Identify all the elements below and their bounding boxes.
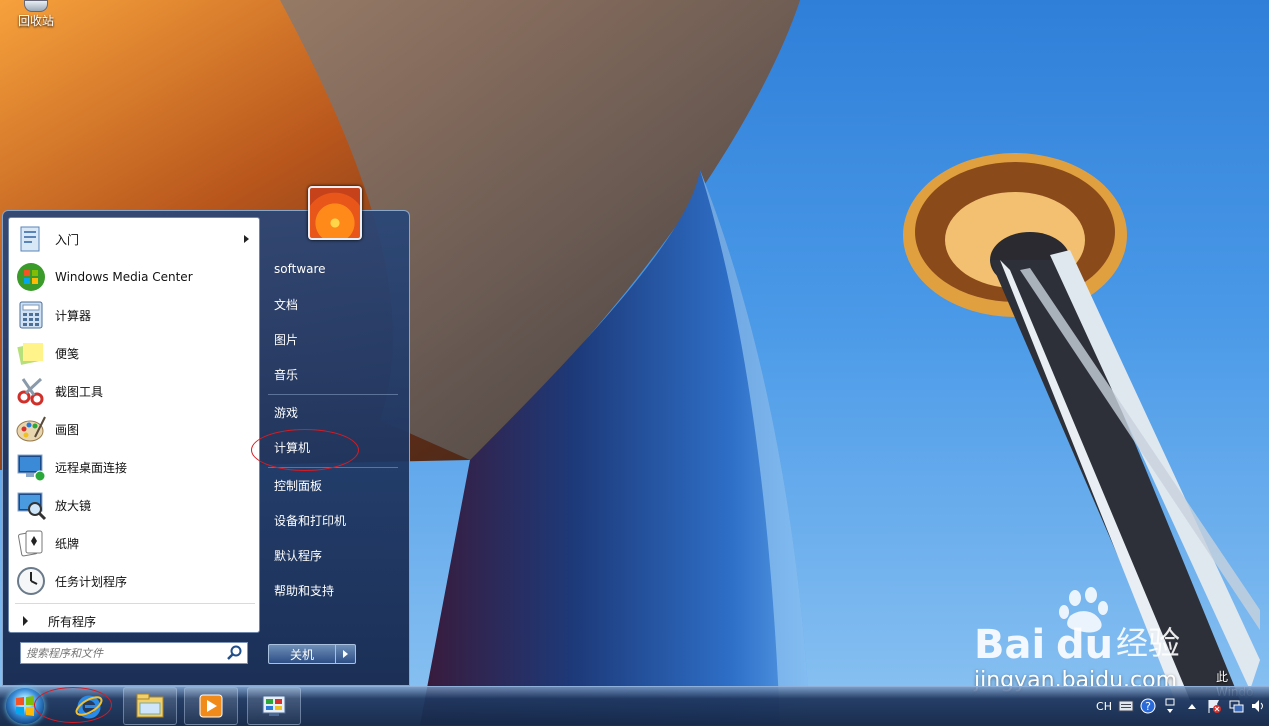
magnifier-icon bbox=[17, 492, 47, 521]
program-label: 远程桌面连接 bbox=[55, 460, 128, 475]
program-item-solitaire[interactable]: 纸牌 bbox=[13, 525, 257, 561]
shutdown-options-button[interactable] bbox=[336, 644, 356, 664]
program-label: 任务计划程序 bbox=[55, 574, 128, 589]
program-label: 放大镜 bbox=[55, 498, 92, 513]
calculator-icon bbox=[19, 301, 43, 329]
user-account-picture[interactable] bbox=[308, 186, 362, 240]
language-indicator[interactable]: CH bbox=[1095, 697, 1113, 715]
right-item-label: software bbox=[274, 262, 326, 276]
program-item-magnifier[interactable]: 放大镜 bbox=[13, 487, 257, 523]
watermark-brand: Bai bbox=[974, 622, 1045, 666]
recycle-bin-icon bbox=[24, 0, 48, 12]
getting-started-icon bbox=[20, 226, 40, 252]
right-item-devices-printers[interactable]: 设备和打印机 bbox=[268, 505, 398, 535]
right-item-software[interactable]: software bbox=[268, 254, 398, 284]
right-item-help-support[interactable]: 帮助和支持 bbox=[268, 575, 398, 605]
program-item-calculator[interactable]: 计算器 bbox=[13, 297, 257, 333]
expand-triangle-icon bbox=[23, 616, 28, 626]
right-item-label: 图片 bbox=[274, 332, 299, 347]
right-item-label: 默认程序 bbox=[274, 548, 323, 563]
volume-icon[interactable] bbox=[1249, 697, 1267, 715]
start-menu: 入门 Windows Media Center 计算器 便笺 截图工具 画图 远… bbox=[2, 186, 410, 686]
start-menu-programs-pane: 入门 Windows Media Center 计算器 便笺 截图工具 画图 远… bbox=[8, 217, 260, 633]
chevron-right-icon bbox=[343, 650, 348, 658]
solitaire-icon bbox=[18, 530, 43, 557]
search-icon[interactable] bbox=[226, 644, 244, 662]
right-separator bbox=[268, 394, 398, 395]
right-item-label: 控制面板 bbox=[274, 478, 323, 493]
remote-desktop-icon bbox=[17, 454, 46, 482]
watermark-jingyan: 经验 bbox=[1116, 624, 1180, 662]
program-label: 计算器 bbox=[55, 308, 92, 323]
submenu-arrow-icon bbox=[244, 235, 249, 243]
action-center-flag-icon[interactable] bbox=[1205, 697, 1223, 715]
program-label: 画图 bbox=[55, 422, 80, 437]
right-item-pictures[interactable]: 图片 bbox=[268, 324, 398, 354]
right-item-documents[interactable]: 文档 bbox=[268, 289, 398, 319]
all-programs-item[interactable]: 所有程序 bbox=[15, 611, 255, 631]
program-item-snipping-tool[interactable]: 截图工具 bbox=[13, 373, 257, 409]
help-icon[interactable]: ? bbox=[1139, 697, 1157, 715]
taskbar-windows-explorer[interactable] bbox=[123, 687, 177, 725]
control-panel-icon bbox=[262, 695, 286, 716]
start-search-box bbox=[20, 642, 248, 664]
program-label: 便笺 bbox=[55, 346, 80, 361]
right-item-label: 帮助和支持 bbox=[274, 583, 335, 598]
right-item-label: 文档 bbox=[274, 297, 299, 312]
right-item-label: 设备和打印机 bbox=[274, 513, 347, 528]
program-label: 纸牌 bbox=[55, 536, 80, 551]
snipping-tool-icon bbox=[17, 377, 44, 406]
right-item-games[interactable]: 游戏 bbox=[268, 397, 398, 427]
program-label: 入门 bbox=[55, 232, 80, 247]
sticky-notes-icon bbox=[17, 343, 43, 365]
task-scheduler-icon bbox=[17, 567, 45, 595]
internet-explorer-icon bbox=[75, 695, 103, 719]
windows-logo-icon bbox=[16, 696, 34, 716]
program-item-task-scheduler[interactable]: 任务计划程序 bbox=[13, 563, 257, 599]
program-item-remote-desktop[interactable]: 远程桌面连接 bbox=[13, 449, 257, 485]
media-player-icon bbox=[199, 694, 223, 718]
show-hidden-icons-icon[interactable] bbox=[1183, 697, 1201, 715]
network-icon[interactable] bbox=[1227, 697, 1245, 715]
program-item-paint[interactable]: 画图 bbox=[13, 411, 257, 447]
windows-explorer-icon bbox=[136, 693, 164, 718]
right-item-default-programs[interactable]: 默认程序 bbox=[268, 540, 398, 570]
paint-icon bbox=[16, 416, 46, 442]
system-tray: CH ? bbox=[1093, 687, 1269, 725]
right-item-music[interactable]: 音乐 bbox=[268, 359, 398, 389]
shutdown-label: 关机 bbox=[289, 647, 314, 662]
media-center-icon bbox=[17, 263, 45, 291]
recycle-bin-label: 回收站 bbox=[17, 14, 54, 28]
program-item-getting-started[interactable]: 入门 bbox=[13, 221, 257, 257]
right-item-control-panel[interactable]: 控制面板 bbox=[268, 470, 398, 500]
program-item-sticky-notes[interactable]: 便笺 bbox=[13, 335, 257, 371]
taskbar-media-player[interactable] bbox=[184, 687, 238, 725]
right-item-label: 游戏 bbox=[274, 405, 299, 420]
keyboard-icon[interactable] bbox=[1117, 697, 1135, 715]
programs-separator bbox=[15, 603, 255, 604]
watermark-brand-du: du bbox=[1056, 622, 1113, 666]
svg-text:?: ? bbox=[1145, 700, 1151, 713]
taskbar-internet-explorer[interactable] bbox=[62, 687, 116, 725]
shutdown-button[interactable]: 关机 bbox=[268, 644, 336, 664]
start-menu-search-area bbox=[8, 633, 260, 679]
all-programs-label: 所有程序 bbox=[48, 614, 97, 629]
recycle-bin[interactable]: 回收站 bbox=[6, 0, 66, 29]
program-label: Windows Media Center bbox=[55, 270, 193, 284]
taskbar-control-panel[interactable] bbox=[247, 687, 301, 725]
program-label: 截图工具 bbox=[55, 384, 104, 399]
ime-options-icon[interactable] bbox=[1161, 697, 1179, 715]
baidu-jingyan-watermark: Bai du 经验 bbox=[974, 587, 1180, 666]
start-search-input[interactable] bbox=[21, 645, 226, 661]
taskbar: CH ? bbox=[0, 686, 1269, 726]
program-item-media-center[interactable]: Windows Media Center bbox=[13, 259, 257, 295]
annotation-ellipse-computer bbox=[251, 429, 359, 471]
right-item-label: 音乐 bbox=[274, 367, 299, 382]
